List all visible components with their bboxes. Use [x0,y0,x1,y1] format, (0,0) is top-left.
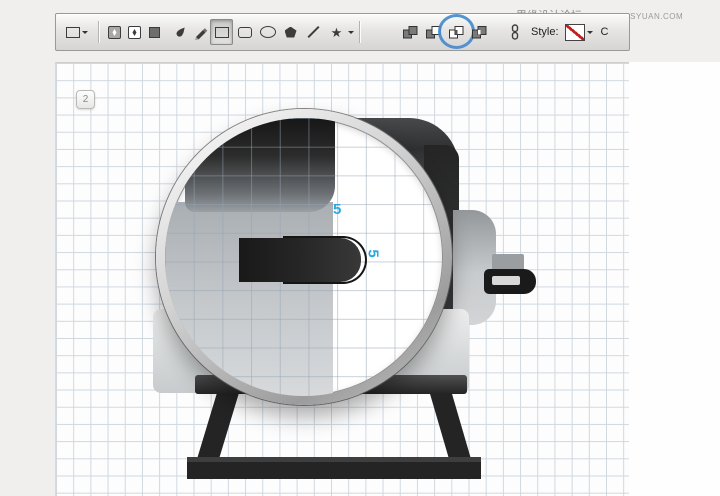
ellipse-tool-icon [260,26,276,38]
style-picker[interactable] [563,19,595,45]
step-badge: 2 [76,90,95,109]
custom-shape-tool-icon: ★ [331,26,343,39]
subtract-shape-area-icon [425,25,442,40]
polygon-tool-button[interactable] [279,19,302,45]
toolbar-separator [359,21,360,43]
rectangle-tool-button[interactable] [210,19,233,45]
style-label: Style: [531,26,559,38]
custom-shape-tool-button[interactable]: ★ [325,19,348,45]
rounded-rectangle-path-outline [283,236,367,284]
link-button[interactable] [505,19,525,45]
pen-tool-icon [173,25,188,40]
fill-pixels-icon [147,25,162,40]
add-shape-area-icon [402,25,419,40]
intersect-shape-area-button[interactable] [445,19,468,45]
add-shape-area-button[interactable] [399,19,422,45]
line-tool-icon [307,26,319,38]
rectangle-icon [66,27,80,38]
exclude-shape-area-icon [471,25,488,40]
subtract-shape-area-button[interactable] [422,19,445,45]
rounded-rectangle-tool-icon [238,27,252,38]
workspace-margin [628,62,720,496]
polygon-tool-icon [285,27,297,38]
freeform-pen-tool-button[interactable] [190,19,210,45]
paths-icon [127,25,142,40]
paths-button[interactable] [124,19,144,45]
exclude-shape-area-button[interactable] [468,19,491,45]
pen-tool-button[interactable] [170,19,190,45]
document-canvas[interactable]: 2 5 5 [55,62,629,496]
freeform-pen-icon [193,25,208,40]
rectangle-tool-icon [215,27,229,38]
chevron-down-icon [82,31,88,37]
toolbar-separator [98,21,99,43]
color-label-partial: C [601,26,609,38]
tool-preset-picker[interactable] [61,19,93,45]
shape-layers-icon [107,25,122,40]
line-tool-button[interactable] [302,19,325,45]
fill-pixels-button[interactable] [144,19,164,45]
magnifier-loupe: 5 5 [156,109,452,405]
ellipse-tool-button[interactable] [256,19,279,45]
chain-link-icon [509,24,521,40]
photoshop-workspace: 思缘设计论坛 WWW.MISSYUAN.COM [0,0,720,496]
rounded-rectangle-tool-button[interactable] [233,19,256,45]
no-style-swatch [565,24,585,41]
intersect-shape-area-icon [448,25,465,40]
height-dimension-label: 5 [366,249,381,257]
shape-layers-button[interactable] [104,19,124,45]
printer-paper-slot-opening [492,276,520,285]
width-dimension-label: 5 [333,202,341,217]
magnifier-lens: 5 5 [165,118,443,396]
printer-endcap [453,210,496,325]
chevron-down-icon [587,31,593,37]
chevron-down-icon[interactable] [348,31,354,37]
options-bar: ★ Style: C [55,13,630,51]
